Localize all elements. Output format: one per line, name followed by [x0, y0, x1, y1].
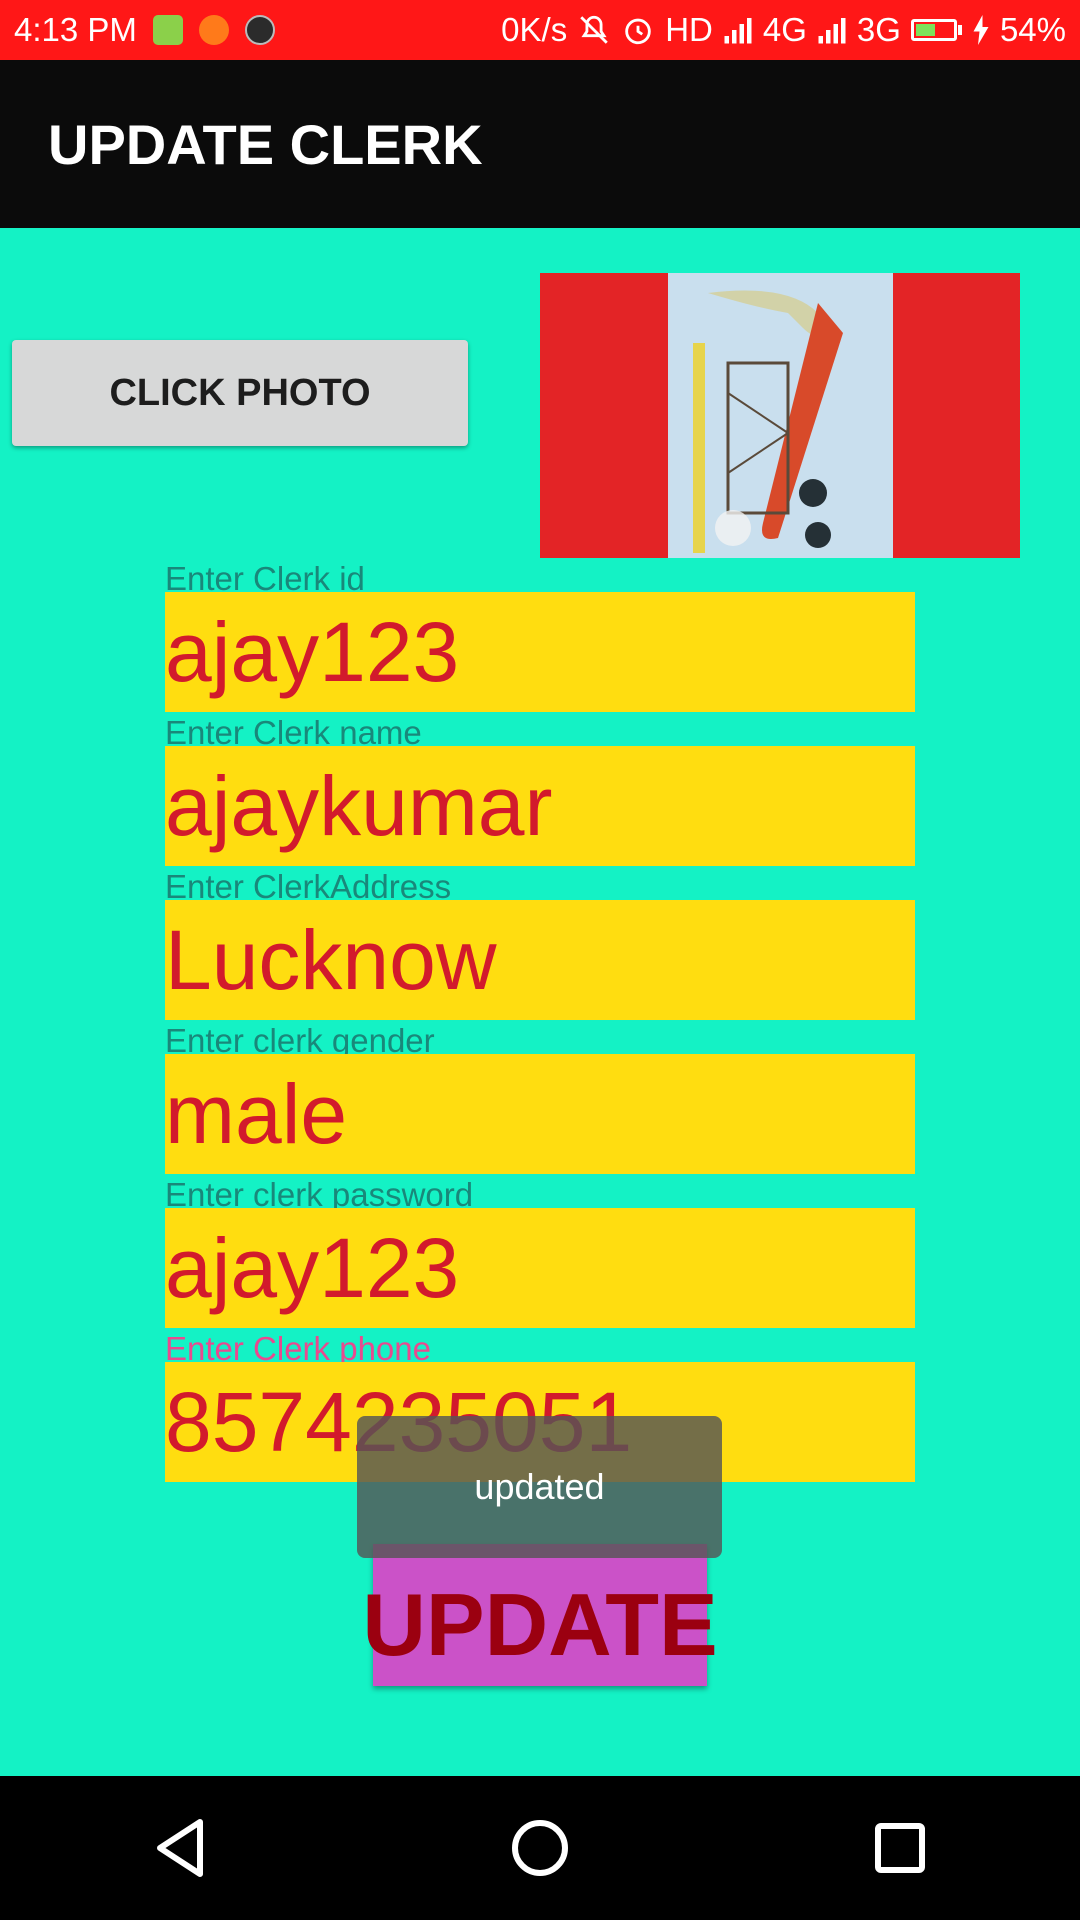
photo-preview	[540, 273, 1020, 558]
recents-button[interactable]	[840, 1788, 960, 1908]
mute-icon	[580, 15, 608, 44]
home-button[interactable]	[480, 1788, 600, 1908]
clerk-address-input[interactable]: Lucknow	[165, 900, 915, 1020]
network-hd: HD	[665, 11, 713, 48]
app-notification-icon	[152, 15, 183, 45]
signal-icon	[724, 18, 752, 44]
battery-percent: 54%	[999, 11, 1066, 48]
charging-icon	[973, 15, 989, 45]
net-speed: 0K/s	[501, 11, 568, 48]
call-recorder-icon	[244, 15, 275, 45]
battery-icon	[910, 19, 962, 41]
network-3g: 3G	[856, 11, 901, 48]
crop-icon	[198, 15, 229, 45]
alarm-icon	[625, 18, 651, 45]
status-bar: 4:13 PM 0K/s HD 4G 3G 54%	[0, 0, 1080, 60]
click-photo-button[interactable]: CLICK PHOTO	[12, 340, 468, 446]
toast-message: updated	[357, 1416, 722, 1558]
update-button[interactable]: UPDATE	[362, 1544, 718, 1686]
app-bar: UPDATE CLERK	[0, 60, 1080, 228]
back-button[interactable]	[120, 1788, 240, 1908]
back-triangle-icon	[157, 1819, 203, 1877]
airplane-photo	[668, 273, 893, 558]
toast-text: updated	[474, 1466, 605, 1507]
signal-icon	[818, 18, 846, 44]
network-4g: 4G	[762, 11, 807, 48]
navigation-bar	[0, 1776, 1080, 1920]
clerk-password-input[interactable]: ajay123	[165, 1208, 915, 1328]
clerk-id-input[interactable]: ajay123	[165, 592, 915, 712]
home-circle-icon	[512, 1820, 568, 1876]
clerk-gender-input[interactable]: male	[165, 1054, 915, 1174]
recents-square-icon	[875, 1823, 925, 1873]
page-title: UPDATE CLERK	[48, 112, 483, 176]
clerk-name-input[interactable]: ajaykumar	[165, 746, 915, 866]
status-time: 4:13 PM	[14, 11, 137, 48]
